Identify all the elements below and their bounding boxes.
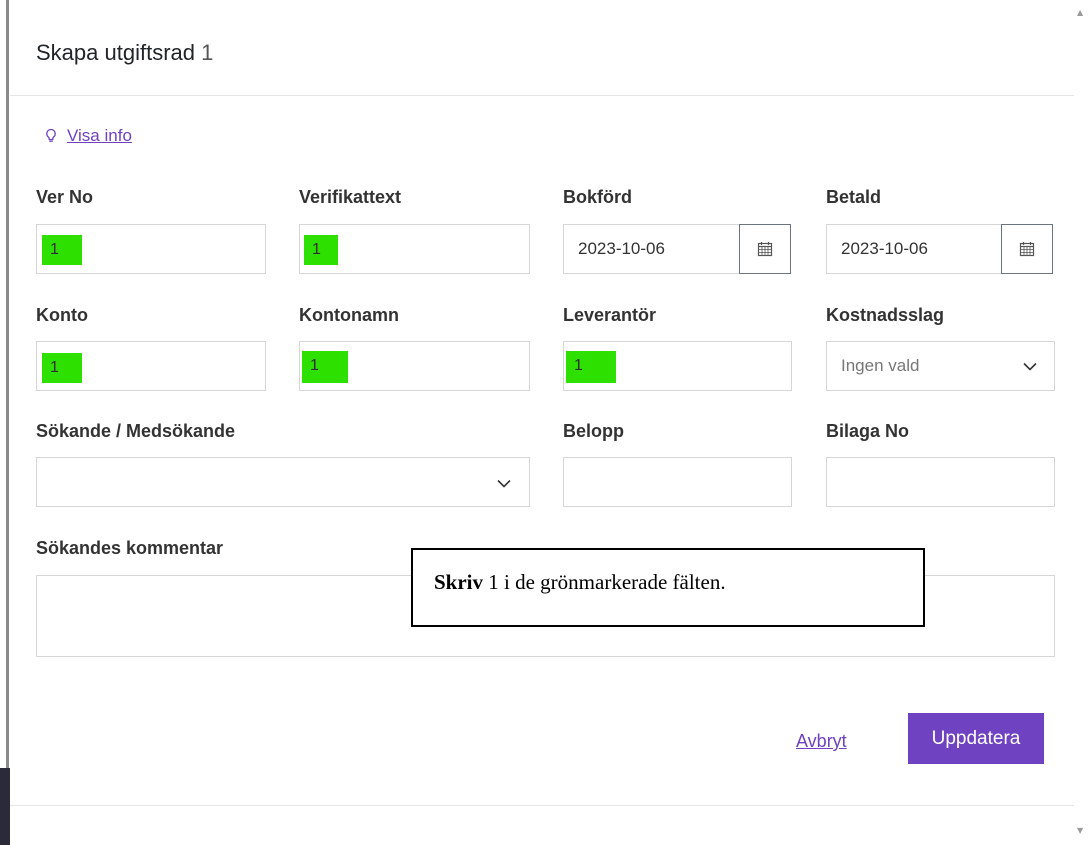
- update-button[interactable]: Uppdatera: [908, 713, 1044, 764]
- callout-text: 1 i de grönmarkerade fälten.: [483, 570, 726, 594]
- window-border: [6, 0, 9, 845]
- calendar-icon: [1019, 242, 1035, 257]
- bokford-value: 2023-10-06: [578, 239, 665, 258]
- kostnadsslag-label: Kostnadsslag: [826, 305, 945, 325]
- verifikattext-label: Verifikattext: [299, 187, 402, 207]
- bilaga-no-input[interactable]: [826, 457, 1055, 507]
- kostnadsslag-select[interactable]: Ingen vald: [826, 341, 1055, 391]
- kostnadsslag-placeholder: Ingen vald: [841, 356, 920, 375]
- kontonamn-input[interactable]: 1: [299, 341, 530, 391]
- chevron-down-icon: [1023, 362, 1037, 371]
- left-window-edge: [0, 0, 10, 845]
- kontonamn-value: 1: [310, 357, 319, 374]
- sokande-label: Sökande / Medsökande: [36, 421, 236, 441]
- konto-value: 1: [50, 359, 59, 376]
- leverantor-value: 1: [574, 357, 583, 374]
- bokford-calendar-button[interactable]: [739, 224, 791, 274]
- modal-title-text: Skapa utgiftsrad: [36, 40, 195, 65]
- modal-title-number: 1: [201, 40, 214, 65]
- green-highlight: 1: [566, 351, 616, 383]
- leverantor-input[interactable]: 1: [563, 341, 792, 391]
- green-highlight: 1: [42, 353, 82, 383]
- instruction-callout: Skriv 1 i de grönmarkerade fälten.: [411, 548, 925, 627]
- update-button-label: Uppdatera: [931, 727, 1021, 749]
- ver-no-label: Ver No: [36, 187, 94, 207]
- kontonamn-label: Kontonamn: [299, 305, 399, 325]
- visa-info-label: Visa info: [67, 126, 132, 145]
- bokford-date-input[interactable]: 2023-10-06: [563, 224, 740, 274]
- scroll-up-icon[interactable]: ▲: [1077, 8, 1083, 17]
- belopp-input[interactable]: [563, 457, 792, 507]
- green-highlight: 1: [302, 351, 348, 383]
- betald-date-input[interactable]: 2023-10-06: [826, 224, 1002, 274]
- sokande-select[interactable]: [36, 457, 530, 507]
- konto-label: Konto: [36, 305, 88, 325]
- leverantor-label: Leverantör: [563, 305, 657, 325]
- bokford-label: Bokförd: [563, 187, 632, 207]
- kommentar-label: Sökandes kommentar: [36, 538, 224, 558]
- belopp-label: Belopp: [563, 421, 624, 441]
- lightbulb-icon: [46, 128, 56, 142]
- cancel-link[interactable]: Avbryt: [796, 731, 847, 752]
- green-highlight: 1: [42, 235, 82, 265]
- background-window-sliver: [0, 768, 10, 845]
- ver-no-input[interactable]: 1: [36, 224, 266, 274]
- scrollbar[interactable]: ▲ ▼: [1074, 0, 1088, 845]
- betald-value: 2023-10-06: [841, 239, 928, 258]
- bilaga-no-label: Bilaga No: [826, 421, 910, 441]
- konto-input[interactable]: 1: [36, 341, 266, 391]
- chevron-down-icon: [497, 479, 511, 488]
- green-highlight: 1: [304, 235, 338, 265]
- modal-header: Skapa utgiftsrad 1: [10, 0, 1074, 96]
- verifikattext-value: 1: [312, 241, 321, 258]
- ver-no-value: 1: [50, 241, 59, 258]
- betald-calendar-button[interactable]: [1001, 224, 1053, 274]
- betald-label: Betald: [826, 187, 882, 207]
- callout-bold-text: Skriv: [434, 570, 484, 594]
- visa-info-link[interactable]: Visa info: [45, 126, 132, 146]
- scroll-down-icon[interactable]: ▼: [1077, 826, 1083, 835]
- calendar-icon: [757, 242, 773, 257]
- verifikattext-input[interactable]: 1: [299, 224, 530, 274]
- modal-title: Skapa utgiftsrad 1: [36, 40, 213, 66]
- footer-divider: [10, 805, 1074, 806]
